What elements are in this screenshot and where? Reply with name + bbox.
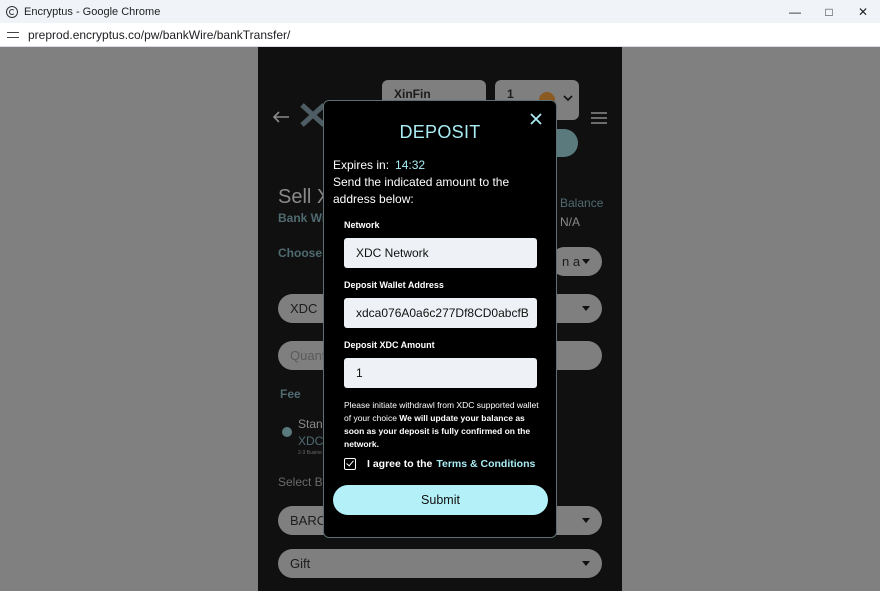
- choose-label: Choose: [278, 246, 323, 260]
- terms-checkbox[interactable]: [344, 458, 356, 470]
- instruction-text: Send the indicated amount to the address…: [333, 175, 510, 206]
- fee-radio[interactable]: [282, 427, 292, 437]
- terms-link[interactable]: Terms & Conditions: [436, 458, 535, 470]
- purpose-select-value: Gift: [290, 556, 311, 571]
- quantity-placeholder: Quant: [290, 348, 326, 363]
- chevron-down-icon: [563, 95, 573, 102]
- minimize-icon[interactable]: —: [778, 0, 812, 23]
- amount-label: Deposit XDC Amount: [344, 340, 435, 350]
- deposit-notice: Please initiate withdrawl from XDC suppo…: [344, 399, 540, 451]
- window-controls: — □ ✕: [778, 0, 880, 23]
- fee-sub: XDC: [298, 434, 324, 448]
- network-field[interactable]: XDC Network: [344, 238, 537, 268]
- expires-label: Expires in:: [333, 158, 390, 172]
- bank-select-value: BARC: [290, 513, 327, 528]
- address-bar[interactable]: preprod.encryptus.co/pw/bankWire/bankTra…: [0, 23, 880, 47]
- chrome-icon: [6, 5, 18, 18]
- fee-small: 2-3 Busine: [298, 450, 322, 456]
- window-titlebar: Encryptus - Google Chrome — □ ✕: [0, 0, 880, 23]
- coin-select-value: XDC: [290, 301, 318, 316]
- amount-field[interactable]: 1: [344, 358, 537, 388]
- window-title: Encryptus - Google Chrome: [24, 5, 161, 18]
- select-bank-label: Select Ba: [278, 475, 330, 489]
- close-window-icon[interactable]: ✕: [846, 0, 880, 23]
- agree-text: I agree to the: [367, 458, 433, 470]
- caret-icon: [582, 306, 590, 311]
- network-label: Network: [344, 220, 380, 230]
- fee-label: Fee: [280, 387, 301, 401]
- network-select-value: XinFin: [394, 87, 431, 101]
- balance-value: N/A: [560, 215, 581, 229]
- address-label: Deposit Wallet Address: [344, 280, 444, 290]
- terms-agree-row: I agree to the Terms & Conditions: [344, 458, 535, 470]
- balance-label: Balance: [560, 196, 604, 210]
- expires-row: Expires in: 14:32: [333, 158, 425, 172]
- close-icon[interactable]: [529, 112, 543, 126]
- deposit-modal: DEPOSIT Expires in: 14:32 Send the indica…: [323, 100, 557, 538]
- purpose-select[interactable]: Gift: [278, 549, 602, 578]
- caret-icon: [582, 561, 590, 566]
- fee-option: Stan: [298, 417, 323, 431]
- menu-icon[interactable]: [591, 112, 607, 124]
- choose-select[interactable]: n a: [550, 247, 602, 276]
- back-arrow-icon[interactable]: [272, 111, 290, 123]
- wallet-address-field[interactable]: xdca076A0a6c277Df8CD0abcfB: [344, 298, 537, 328]
- submit-button[interactable]: Submit: [333, 485, 548, 515]
- caret-icon: [582, 259, 590, 264]
- maximize-icon[interactable]: □: [812, 0, 846, 23]
- quantity-select-value: 1: [507, 87, 514, 101]
- page-subtitle: Bank Wi: [278, 211, 326, 225]
- expires-timer: 14:32: [395, 158, 426, 172]
- caret-icon: [582, 518, 590, 523]
- url-text[interactable]: preprod.encryptus.co/pw/bankWire/bankTra…: [28, 28, 290, 42]
- choose-select-value: n a: [562, 254, 581, 269]
- modal-title: DEPOSIT: [399, 122, 481, 142]
- site-info-icon[interactable]: [7, 29, 21, 41]
